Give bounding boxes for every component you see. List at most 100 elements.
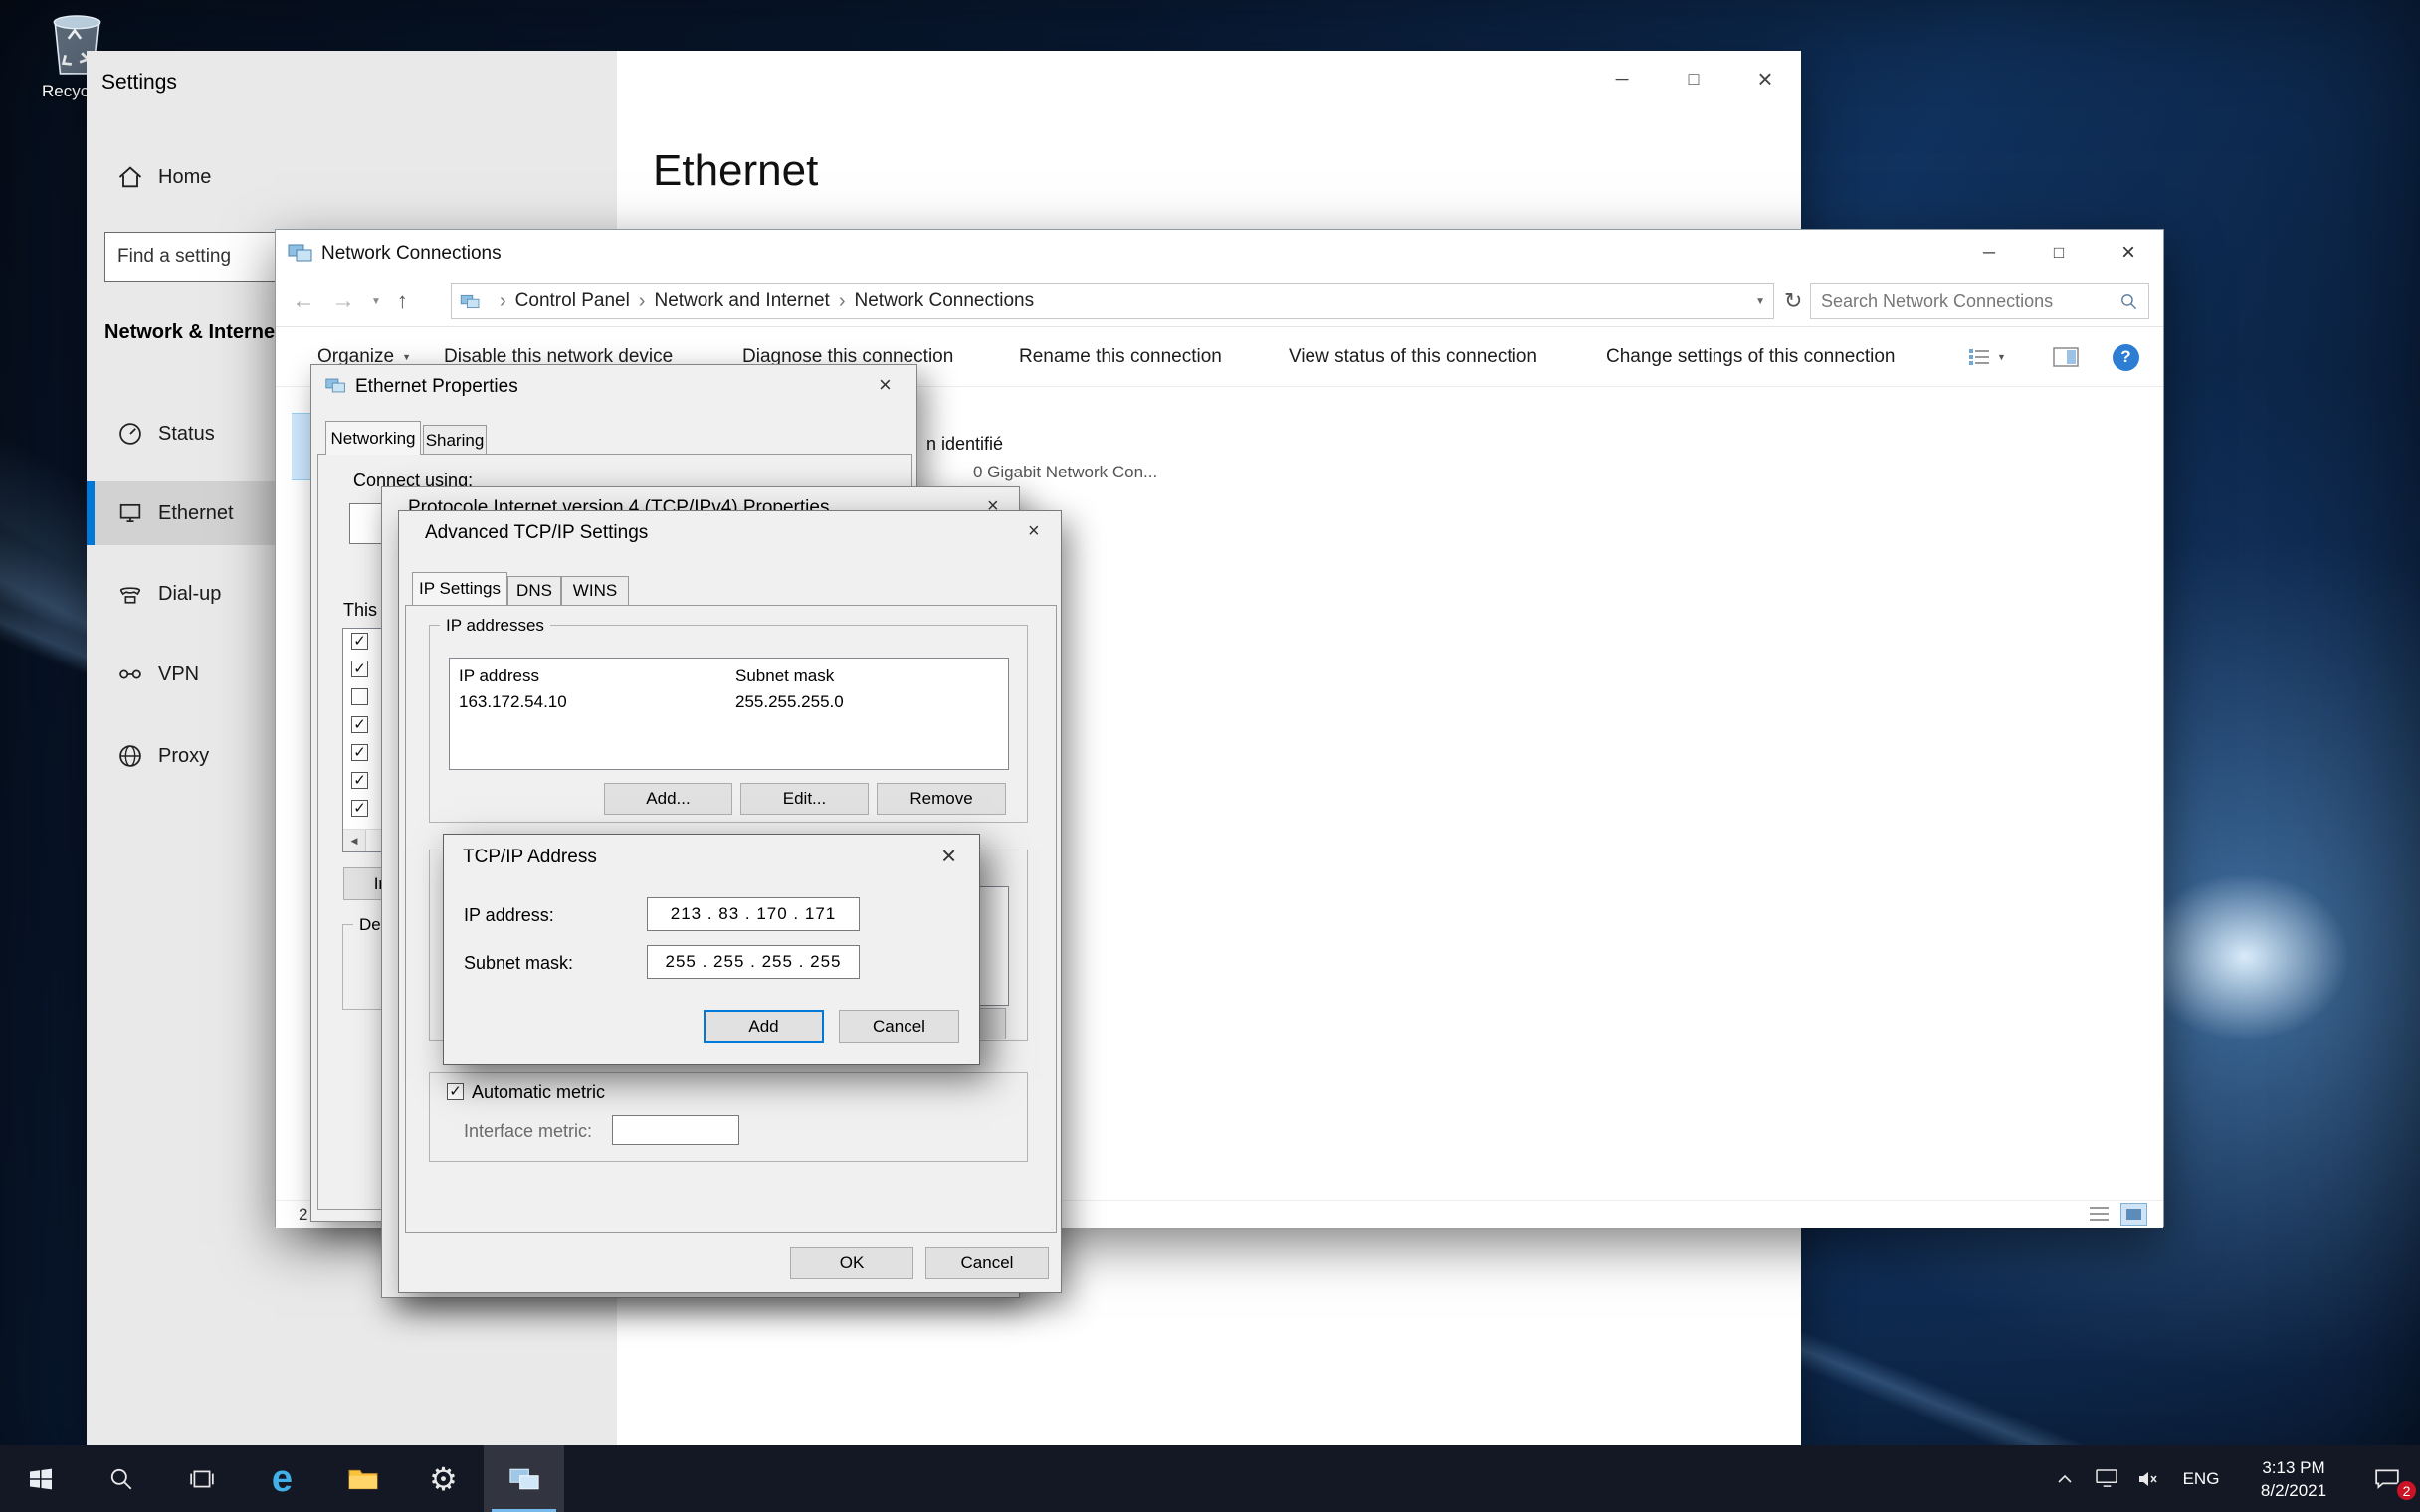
edge-browser-button[interactable]: e — [242, 1445, 322, 1512]
protocol-item-checkbox[interactable]: ✓ — [351, 661, 368, 677]
ip-add-button[interactable]: Add... — [604, 783, 732, 815]
tab-dns[interactable]: DNS — [507, 576, 561, 605]
selected-adapter-highlight[interactable] — [292, 413, 311, 480]
nc-address-row: ← → ▼ ↑ › Control Panel › Network and In… — [276, 276, 2163, 327]
protocol-item-checkbox[interactable]: ✓ — [351, 633, 368, 650]
adapter-device-fragment: 0 Gigabit Network Con... — [973, 463, 1157, 482]
breadcrumb-network-and-internet[interactable]: Network and Internet — [654, 290, 829, 312]
sidebar-item-label: Proxy — [158, 745, 209, 768]
tab-ip-settings[interactable]: IP Settings — [412, 572, 507, 605]
tab-sharing[interactable]: Sharing — [423, 425, 487, 455]
sidebar-item-home[interactable]: Home — [87, 145, 617, 209]
tray-volume-button[interactable] — [2127, 1445, 2169, 1512]
clock-time: 3:13 PM — [2262, 1456, 2324, 1479]
ethernet-icon — [116, 499, 144, 527]
sidebar-item-label: Dial-up — [158, 583, 221, 606]
close-icon[interactable]: × — [1028, 521, 1040, 541]
preview-pane-icon — [2053, 347, 2079, 367]
minimize-icon[interactable]: ─ — [1586, 51, 1658, 106]
column-header-ip: IP address — [459, 666, 539, 686]
protocol-item-checkbox[interactable]: ✓ — [351, 772, 368, 789]
rename-connection-button[interactable]: Rename this connection — [1019, 327, 1222, 387]
minimize-icon[interactable]: ─ — [1954, 230, 2024, 276]
taskbar-search-button[interactable] — [81, 1445, 161, 1512]
breadcrumb-network-connections[interactable]: Network Connections — [855, 290, 1035, 312]
subnet-mask-label: Subnet mask: — [464, 953, 573, 974]
up-icon[interactable]: ↑ — [397, 288, 408, 314]
protocol-item-checkbox[interactable]: ✓ — [351, 800, 368, 817]
tray-network-button[interactable] — [2086, 1445, 2127, 1512]
details-view-toggle-icon[interactable] — [2087, 1204, 2112, 1228]
change-settings-button[interactable]: Change settings of this connection — [1606, 327, 1895, 387]
protocol-item-checkbox[interactable]: ✓ — [351, 716, 368, 733]
tab-wins[interactable]: WINS — [561, 576, 629, 605]
add-button[interactable]: Add — [704, 1010, 824, 1043]
breadcrumb-control-panel[interactable]: Control Panel — [515, 290, 630, 312]
ip-edit-button[interactable]: Edit... — [740, 783, 869, 815]
settings-app-button[interactable]: ⚙ — [403, 1445, 484, 1512]
tab-networking[interactable]: Networking — [325, 421, 421, 455]
maximize-icon[interactable]: □ — [2024, 230, 2094, 276]
crumb-separator-icon: › — [630, 290, 655, 313]
address-bar[interactable]: › Control Panel › Network and Internet ›… — [451, 284, 1774, 319]
subnet-mask-cell[interactable]: 255.255.255.0 — [735, 692, 844, 712]
recent-pages-dropdown-icon[interactable]: ▼ — [371, 296, 381, 307]
protocol-item-checkbox[interactable] — [351, 688, 368, 705]
cancel-button[interactable]: Cancel — [839, 1010, 959, 1043]
clock[interactable]: 3:13 PM 8/2/2021 — [2233, 1445, 2354, 1512]
close-icon[interactable]: × — [2094, 230, 2163, 276]
back-icon[interactable]: ← — [292, 287, 315, 315]
forward-icon[interactable]: → — [331, 287, 355, 315]
address-dropdown-icon[interactable]: ▼ — [1755, 296, 1765, 307]
speaker-muted-icon — [2137, 1470, 2159, 1488]
scroll-left-icon[interactable]: ◀ — [343, 830, 366, 851]
close-icon[interactable]: × — [1729, 51, 1801, 106]
cancel-button[interactable]: Cancel — [925, 1247, 1049, 1279]
ip-address-input[interactable]: 213 . 83 . 170 . 171 — [647, 897, 860, 931]
ok-button[interactable]: OK — [790, 1247, 913, 1279]
file-explorer-button[interactable] — [322, 1445, 403, 1512]
task-view-button[interactable] — [161, 1445, 242, 1512]
maximize-icon[interactable]: □ — [1658, 51, 1729, 106]
interface-metric-field[interactable] — [612, 1115, 739, 1145]
home-icon — [116, 163, 144, 191]
automatic-metric-checkbox[interactable]: ✓ — [447, 1083, 464, 1100]
close-icon[interactable]: × — [879, 374, 892, 396]
language-indicator[interactable]: ENG — [2169, 1445, 2233, 1512]
vpn-icon — [116, 661, 144, 688]
settings-page-title: Ethernet — [653, 146, 818, 196]
column-header-mask: Subnet mask — [735, 666, 834, 686]
gear-icon: ⚙ — [429, 1463, 458, 1495]
nc-search-placeholder: Search Network Connections — [1821, 291, 2053, 312]
help-icon: ? — [2113, 344, 2139, 371]
settings-search-placeholder: Find a setting — [105, 246, 231, 268]
dialog-title: Ethernet Properties — [355, 376, 518, 398]
notification-badge: 2 — [2395, 1479, 2418, 1502]
refresh-icon[interactable]: ↻ — [1784, 288, 1802, 314]
large-icons-toggle-icon[interactable] — [2120, 1203, 2147, 1226]
view-status-button[interactable]: View status of this connection — [1289, 327, 1537, 387]
ip-addresses-list[interactable]: IP address Subnet mask 163.172.54.10 255… — [449, 658, 1009, 770]
settings-search-box[interactable]: Find a setting — [104, 232, 278, 282]
nc-window-title: Network Connections — [321, 243, 502, 265]
nc-search-box[interactable]: Search Network Connections — [1810, 284, 2149, 319]
tray-overflow-button[interactable] — [2044, 1445, 2086, 1512]
protocol-item-checkbox[interactable]: ✓ — [351, 744, 368, 761]
dialup-icon — [116, 580, 144, 608]
preview-pane-button[interactable] — [2053, 327, 2079, 387]
system-tray: ENG 3:13 PM 8/2/2021 2 — [2044, 1445, 2420, 1512]
automatic-metric-label: Automatic metric — [472, 1082, 605, 1103]
ip-remove-button[interactable]: Remove — [877, 783, 1006, 815]
proxy-icon — [116, 742, 144, 770]
nc-window-controls: ─ □ × — [1954, 230, 2163, 276]
network-connections-app-button[interactable] — [484, 1445, 564, 1512]
help-button[interactable]: ? — [2113, 327, 2139, 387]
sidebar-item-label: Home — [158, 166, 211, 189]
settings-window-controls: ─ □ × — [1586, 51, 1801, 106]
view-options-button[interactable]: ▼ — [1967, 327, 2006, 387]
close-icon[interactable]: × — [941, 843, 956, 868]
subnet-mask-input[interactable]: 255 . 255 . 255 . 255 — [647, 945, 860, 979]
action-center-button[interactable]: 2 — [2354, 1445, 2420, 1512]
ip-address-cell[interactable]: 163.172.54.10 — [459, 692, 567, 712]
start-button[interactable] — [0, 1445, 81, 1512]
